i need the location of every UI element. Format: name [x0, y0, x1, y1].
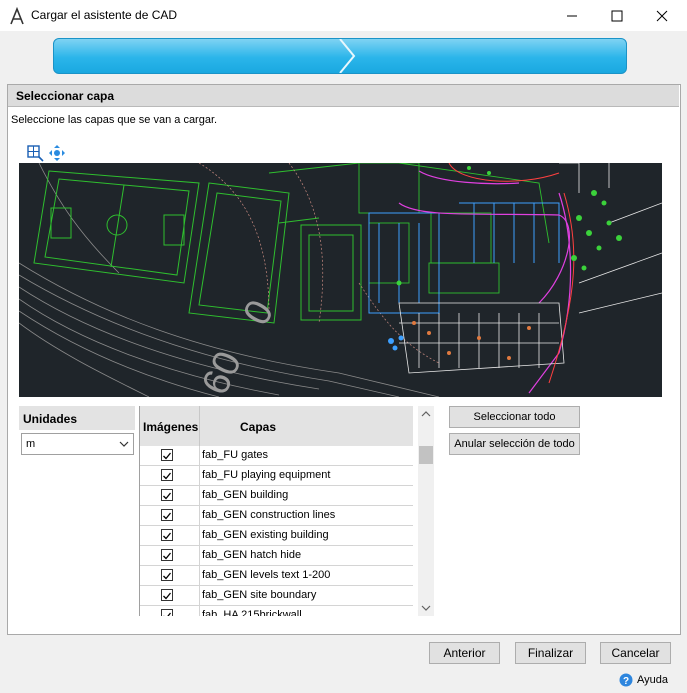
checkmark-icon	[163, 492, 172, 500]
layer-name: fab_GEN hatch hide	[202, 549, 302, 561]
scroll-thumb[interactable]	[419, 446, 433, 464]
svg-text:60: 60	[194, 345, 250, 397]
layer-name: fab_GEN existing building	[202, 529, 329, 541]
layer-name: fab_GEN site boundary	[202, 589, 317, 601]
layer-checkbox[interactable]	[161, 549, 173, 561]
layer-name: fab_GEN construction lines	[202, 509, 336, 521]
table-row[interactable]: fab_GEN hatch hide	[140, 546, 413, 566]
layer-name: fab_GEN building	[202, 489, 289, 501]
layer-name: fab_HA 215brickwall	[202, 609, 302, 616]
units-selected-value: m	[26, 438, 36, 450]
finish-button[interactable]: Finalizar	[515, 642, 586, 664]
scroll-down-icon[interactable]	[421, 604, 431, 612]
layer-checkbox[interactable]	[161, 509, 173, 521]
layer-name: fab_FU playing equipment	[202, 469, 331, 481]
column-header-images[interactable]: Imágenes	[140, 406, 199, 446]
deselect-all-button[interactable]: Anular selección de todo	[449, 433, 580, 455]
select-all-button[interactable]: Seleccionar todo	[449, 406, 580, 428]
chevron-right-icon	[339, 39, 356, 73]
instructions-text: Seleccione las capas que se van a cargar…	[11, 114, 218, 126]
checkmark-icon	[163, 612, 172, 616]
layer-name: fab_FU gates	[202, 449, 269, 461]
table-row[interactable]: fab_FU playing equipment	[140, 466, 413, 486]
table-row[interactable]: fab_GEN site boundary	[140, 586, 413, 606]
help-icon: ?	[619, 673, 633, 687]
layer-table: Imágenes Capas fab_FU gates fab_FU playin…	[139, 406, 413, 616]
scroll-up-icon[interactable]	[421, 410, 431, 418]
layer-checkbox[interactable]	[161, 449, 173, 461]
layer-checkbox[interactable]	[161, 489, 173, 501]
layer-checkbox[interactable]	[161, 529, 173, 541]
checkmark-icon	[163, 472, 172, 480]
zoom-extents-icon	[27, 145, 44, 162]
table-row[interactable]: fab_GEN building	[140, 486, 413, 506]
minimize-button[interactable]	[549, 0, 595, 31]
cad-drawing: 0 60	[19, 163, 662, 397]
chevron-down-icon	[119, 441, 129, 447]
checkmark-icon	[163, 532, 172, 540]
title-bar: Cargar el asistente de CAD	[0, 0, 687, 31]
cad-preview[interactable]: 0 60	[19, 163, 662, 397]
checkmark-icon	[163, 572, 172, 580]
table-row[interactable]: fab_FU gates	[140, 446, 413, 466]
svg-text:?: ?	[623, 676, 629, 687]
back-button[interactable]: Anterior	[429, 642, 500, 664]
close-icon	[656, 10, 668, 21]
help-label: Ayuda	[637, 674, 668, 686]
layer-checkbox[interactable]	[161, 609, 173, 616]
table-row[interactable]: fab_GEN construction lines	[140, 506, 413, 526]
checkmark-icon	[163, 552, 172, 560]
app-logo-icon	[10, 7, 24, 25]
maximize-button[interactable]	[594, 0, 640, 31]
svg-text:0: 0	[235, 293, 282, 332]
cancel-button[interactable]: Cancelar	[600, 642, 671, 664]
maximize-icon	[611, 10, 623, 21]
minimize-icon	[567, 15, 577, 16]
close-button[interactable]	[639, 0, 685, 31]
layer-checkbox[interactable]	[161, 469, 173, 481]
wizard-progress-bar	[53, 38, 627, 74]
pan-button[interactable]	[48, 144, 66, 162]
layer-checkbox[interactable]	[161, 589, 173, 601]
checkmark-icon	[163, 592, 172, 600]
layer-table-scrollbar[interactable]	[418, 406, 434, 616]
units-select[interactable]: m	[21, 433, 134, 455]
window-title: Cargar el asistente de CAD	[31, 8, 178, 22]
layer-rows: fab_FU gates fab_FU playing equipment fab_…	[140, 446, 413, 616]
layer-name: fab_GEN levels text 1-200	[202, 569, 331, 581]
table-row[interactable]: fab_GEN levels text 1-200	[140, 566, 413, 586]
column-header-layers[interactable]: Capas	[200, 406, 413, 446]
step-header: Seleccionar capa	[8, 85, 679, 107]
layer-checkbox[interactable]	[161, 569, 173, 581]
checkmark-icon	[163, 512, 172, 520]
zoom-extents-button[interactable]	[26, 144, 44, 162]
checkmark-icon	[163, 452, 172, 460]
table-row[interactable]: fab_HA 215brickwall	[140, 606, 413, 616]
pan-icon	[49, 145, 65, 161]
table-row[interactable]: fab_GEN existing building	[140, 526, 413, 546]
units-header: Unidades	[19, 406, 135, 430]
